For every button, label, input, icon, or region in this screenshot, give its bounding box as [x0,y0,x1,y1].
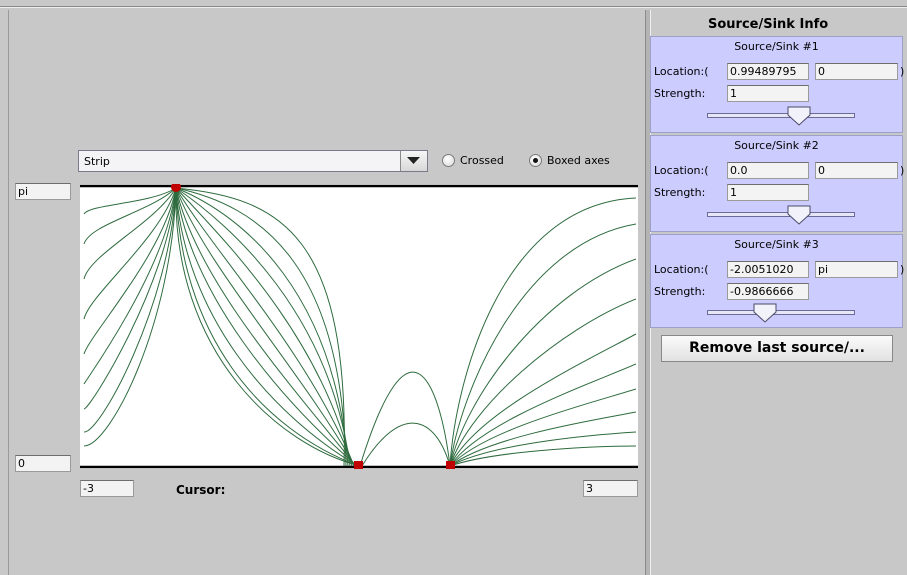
streamline [175,187,345,467]
streamline [83,187,177,215]
radio-crossed[interactable]: Crossed [442,154,504,167]
source-marker-1[interactable] [446,461,455,469]
slider-thumb[interactable] [787,205,811,225]
source-panel-2: Source/Sink #2 Location:( 0.0 0 ) Streng… [650,135,905,232]
info-title: Source/Sink Info [708,17,829,32]
streamline-plot[interactable] [80,184,638,469]
strength-label: Strength: [654,186,706,199]
x-min-field[interactable]: -3 [80,480,134,497]
close-paren: ) [900,263,905,276]
close-paren: ) [900,164,905,177]
remove-last-source-button[interactable]: Remove last source/... [661,335,893,362]
location-label: Location:( [654,164,709,177]
source-marker-2[interactable] [354,461,363,469]
location-label: Location:( [654,65,709,78]
slider-thumb[interactable] [787,106,811,126]
source-title: Source/Sink #3 [734,238,819,251]
location-y-input[interactable]: 0 [815,162,898,179]
location-y-input[interactable]: pi [815,261,898,278]
radio-boxed-label: Boxed axes [547,154,610,167]
source-panel-1: Source/Sink #1 Location:( 0.99489795 0 )… [650,36,905,133]
streamline [449,445,637,467]
location-x-input[interactable]: 0.99489795 [727,63,809,80]
streamline [83,187,177,410]
radio-boxed-axes[interactable]: Boxed axes [529,154,610,167]
location-y-input[interactable]: 0 [815,63,898,80]
close-paren: ) [900,65,905,78]
strength-slider[interactable] [707,310,855,315]
location-x-input[interactable]: -2.0051020 [727,261,809,278]
source-panel-3: Source/Sink #3 Location:( -2.0051020 pi … [650,234,905,328]
strength-slider[interactable] [707,212,855,217]
top-border [0,0,907,7]
y-max-field[interactable]: pi [15,183,71,200]
streamline [175,187,351,467]
slider-thumb[interactable] [753,303,777,323]
location-label: Location:( [654,263,709,276]
strength-input[interactable]: -0.9866666 [727,283,809,300]
streamline [449,298,637,467]
streamlines [83,187,637,467]
radio-crossed-dot[interactable] [442,154,455,167]
streamline [449,223,637,467]
source-title: Source/Sink #2 [734,139,819,152]
radio-boxed-dot[interactable] [529,154,542,167]
chevron-down-icon [407,157,420,164]
domain-combo[interactable]: Strip [78,150,428,172]
domain-combo-value: Strip [84,155,110,168]
streamline [449,431,637,467]
streamline [83,187,177,447]
source-title: Source/Sink #1 [734,40,819,53]
streamline [449,197,637,467]
y-min-field[interactable]: 0 [15,455,71,472]
strength-slider[interactable] [707,113,855,118]
strength-label: Strength: [654,87,706,100]
radio-crossed-label: Crossed [460,154,504,167]
location-x-input[interactable]: 0.0 [727,162,809,179]
streamline [449,258,637,467]
streamline [361,422,451,467]
x-max-field[interactable]: 3 [583,480,638,497]
strength-input[interactable]: 1 [727,184,809,201]
cursor-label: Cursor: [176,483,226,497]
streamline [359,371,451,467]
strength-label: Strength: [654,285,706,298]
combo-dropdown-button[interactable] [400,151,427,171]
strength-input[interactable]: 1 [727,85,809,102]
